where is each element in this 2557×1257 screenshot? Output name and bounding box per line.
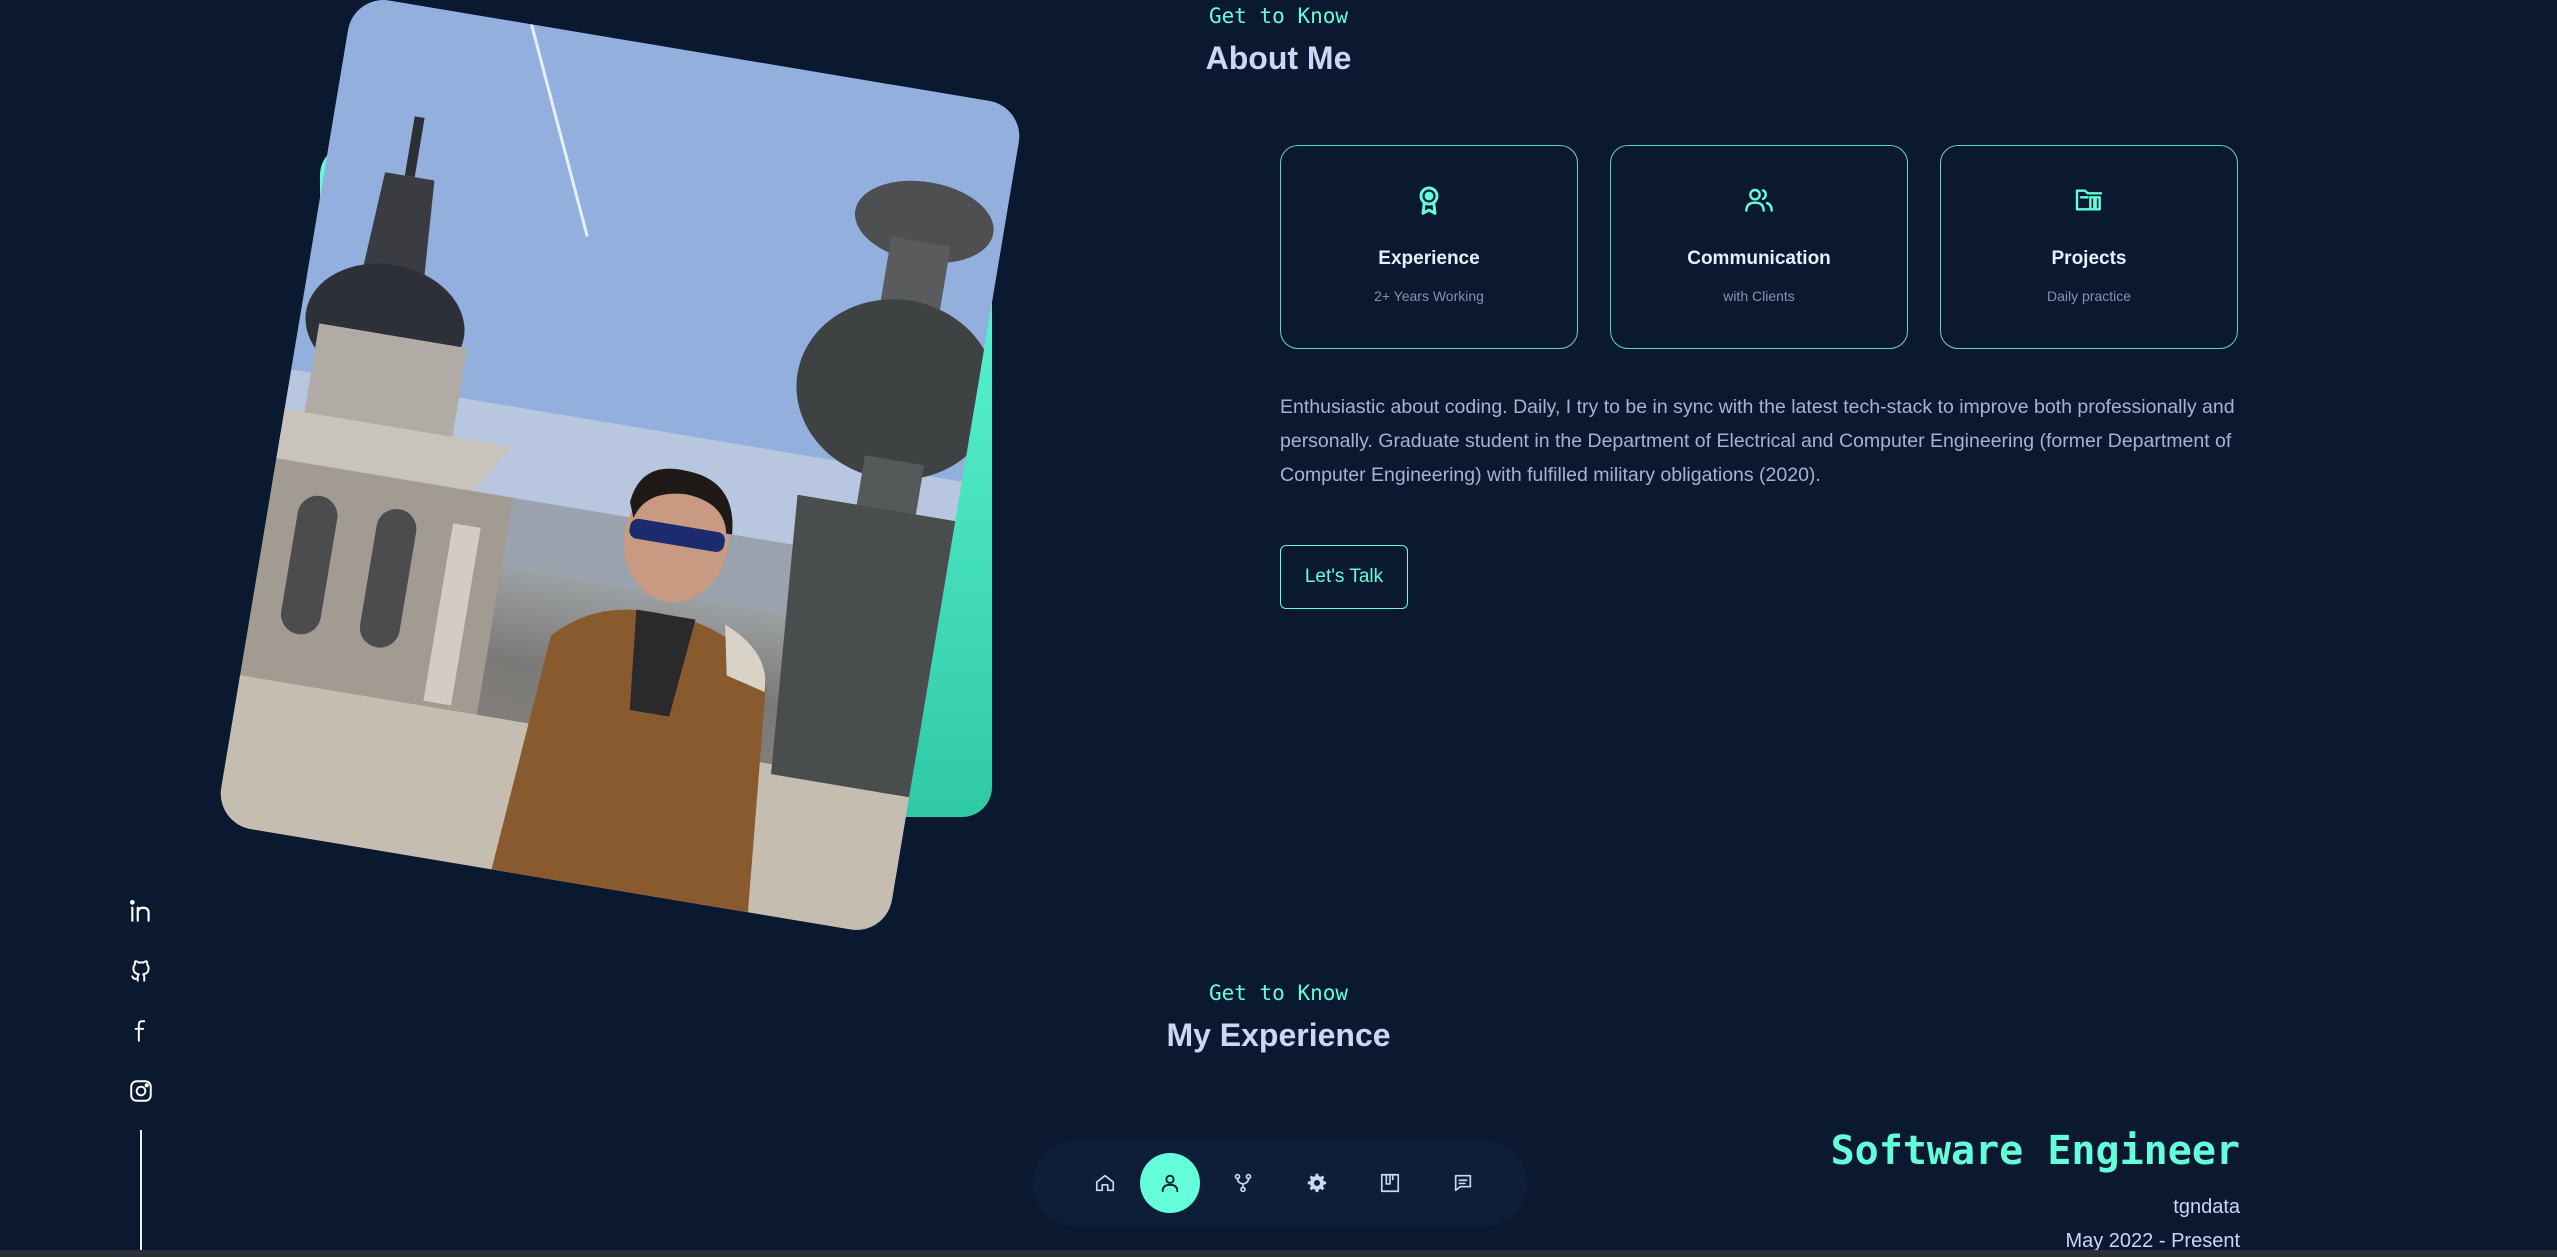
user-icon <box>1161 1174 1179 1193</box>
profile-photo <box>215 0 1025 936</box>
card-title: Experience <box>1378 248 1480 269</box>
lets-talk-button[interactable]: Let's Talk <box>1280 545 1408 609</box>
portfolio-page: Get to Know About Me Experience 2+ Years… <box>0 0 2557 1257</box>
profile-photo-illustration <box>215 0 1025 936</box>
nav-home[interactable] <box>1075 1153 1135 1213</box>
job-title: Software Engineer <box>1830 1128 2240 1174</box>
about-paragraph: Enthusiastic about coding. Daily, I try … <box>1280 396 2235 486</box>
gear-icon <box>1307 1173 1327 1193</box>
nav-services[interactable] <box>1287 1153 1347 1213</box>
users-icon <box>1611 184 1907 216</box>
award-icon <box>1281 184 1577 216</box>
portfolio-icon <box>1380 1173 1400 1193</box>
folder-icon <box>1941 184 2237 216</box>
instagram-icon[interactable] <box>120 1070 162 1112</box>
card-title: Communication <box>1687 248 1831 269</box>
card-projects: Projects Daily practice <box>1940 145 2238 349</box>
nav-portfolio[interactable] <box>1360 1153 1420 1213</box>
bottom-nav <box>1032 1140 1528 1226</box>
experience-title: My Experience <box>1166 1017 1391 1053</box>
bottom-bar <box>0 1250 2557 1257</box>
git-branch-icon <box>1234 1173 1252 1193</box>
home-icon <box>1095 1174 1115 1192</box>
card-title: Projects <box>2051 248 2127 269</box>
experience-eyebrow: Get to Know <box>1208 981 1349 1005</box>
card-subtitle: with Clients <box>1723 288 1795 304</box>
card-experience: Experience 2+ Years Working <box>1280 145 1578 349</box>
nav-contact[interactable] <box>1433 1153 1493 1213</box>
job-company: tgndata <box>2173 1196 2240 1218</box>
nav-experience[interactable] <box>1213 1153 1273 1213</box>
message-icon <box>1454 1174 1472 1192</box>
card-subtitle: 2+ Years Working <box>1374 288 1484 304</box>
card-subtitle: Daily practice <box>2046 288 2132 304</box>
nav-about[interactable] <box>1140 1153 1200 1213</box>
social-divider-line <box>140 1130 142 1252</box>
card-communication: Communication with Clients <box>1610 145 1908 349</box>
linkedin-icon[interactable] <box>120 890 162 932</box>
